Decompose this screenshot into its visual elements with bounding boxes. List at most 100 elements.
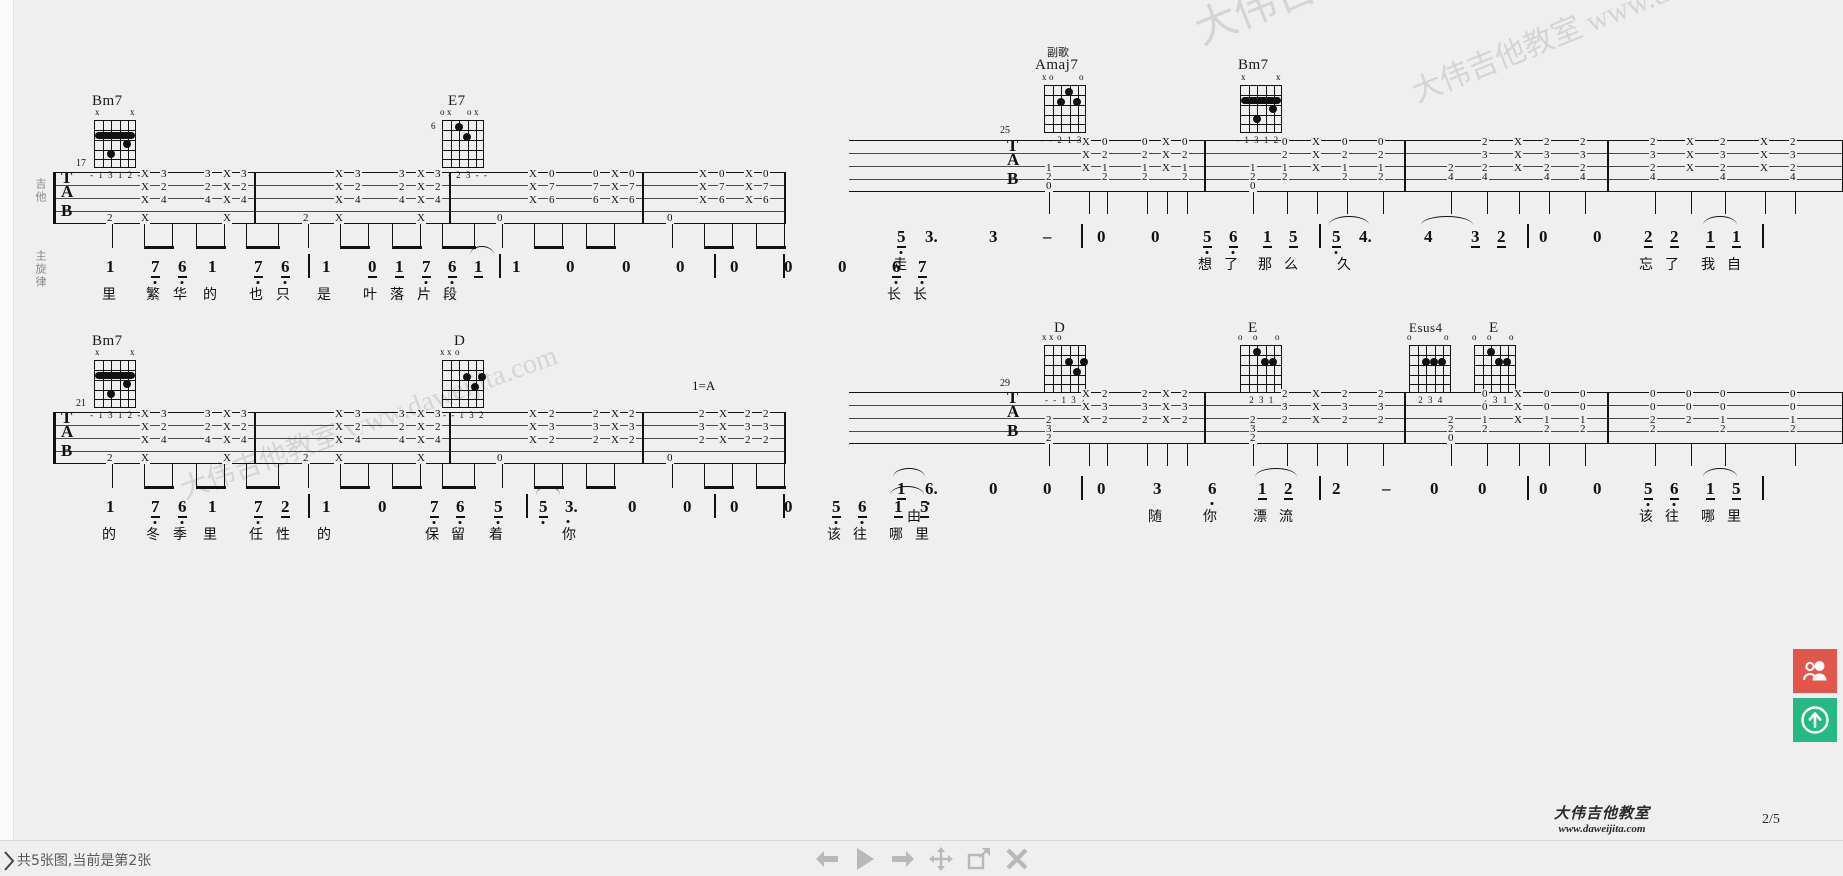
note: 1: [1706, 227, 1715, 248]
note: 5: [539, 498, 548, 524]
lyric: 我: [1701, 257, 1715, 273]
lyric: 长: [913, 287, 927, 303]
lyric: 该: [1639, 509, 1653, 525]
lyric: 里: [203, 527, 217, 543]
lyric: 的: [102, 527, 116, 543]
pan-move-button[interactable]: [926, 845, 956, 873]
note: 0: [628, 497, 637, 516]
note: 0: [989, 479, 998, 498]
chord-dot: [471, 383, 479, 391]
chord-diagram-d: xx o - - 1 3 2: [440, 347, 486, 420]
next-image-button[interactable]: [888, 845, 918, 873]
open-original-button[interactable]: [964, 845, 994, 873]
lyric: 随: [1148, 509, 1162, 525]
note: 5: [1732, 479, 1741, 500]
left-gutter: [0, 0, 14, 876]
chord-diagram-bm7: xx - 1 3 1 2 -: [90, 107, 142, 180]
note: 2: [1284, 479, 1293, 500]
chord-dot: [1253, 348, 1261, 356]
chord-grid: [1044, 345, 1088, 393]
chord-diagram-bm7-2: xx - 1 3 1 2 -: [90, 347, 142, 420]
tab-staff[interactable]: T A B 12 0 XX X 02 12 02 12 XX X 02 12 1…: [849, 137, 1843, 192]
system-4[interactable]: D xx o - - 1 3 2 E o o o 2 3 1 Esus4 o o…: [849, 280, 1843, 580]
system-2[interactable]: Bm7 xx - 1 3 1 2 - D x x o - - 1 3 2 1=A…: [14, 240, 929, 543]
note: 1: [1732, 227, 1741, 248]
note: 2: [1644, 227, 1653, 248]
chord-grid: [442, 360, 486, 408]
chord-dot: [1422, 358, 1430, 366]
note: 0: [1539, 227, 1548, 246]
lyric: 往: [1665, 509, 1679, 525]
prev-image-button[interactable]: [812, 845, 842, 873]
note: 0: [784, 497, 793, 516]
brand-url: www.daweijita.com: [1558, 823, 1646, 835]
lyric: 那: [1258, 257, 1272, 273]
chord-dot: [1080, 358, 1088, 366]
brand-name: 大伟吉他教室: [1553, 806, 1650, 822]
lyric: 留: [451, 527, 465, 543]
note: 2: [1497, 227, 1506, 248]
back-to-top-fab[interactable]: [1793, 698, 1837, 742]
tab-staff[interactable]: T A B 2 XX XX 32 4 32 4 XX XX 32 4 2 XX …: [53, 409, 786, 464]
lyric: 了: [1224, 257, 1238, 273]
note: 5: [1203, 228, 1212, 254]
note: 1: [322, 497, 331, 516]
chord-dot: [107, 390, 115, 398]
chord-dot: [1269, 358, 1277, 366]
note: 5: [897, 228, 906, 254]
note: 2: [281, 497, 290, 518]
note: 4.: [1359, 227, 1372, 246]
lyric: 忘: [1639, 257, 1653, 273]
note: 1: [208, 497, 217, 516]
note: 5: [832, 498, 841, 524]
chord-dot: [1430, 358, 1438, 366]
melody-notation-row: 1 由 6. 0 0 0 3 随 6 你 1 漂 2 流 2 – 0 0 0 0…: [859, 468, 1843, 530]
chord-dot: [463, 373, 471, 381]
chord-diagram-e-2: oo o 2 3 1: [1238, 332, 1282, 405]
note: 3: [1153, 479, 1162, 498]
note: 6: [1229, 228, 1238, 254]
close-viewer-button[interactable]: [1002, 845, 1032, 873]
lyric: 该: [827, 527, 841, 543]
note: 6: [1670, 480, 1679, 506]
note: 3: [989, 227, 998, 246]
note: 0: [1097, 479, 1106, 498]
chord-diagram-e-3: oo o 2 3 1: [1472, 332, 1516, 405]
note: 6: [178, 498, 187, 524]
sheet-music-image[interactable]: 大伟吉他教室 www.daweijita.com 大伟吉他教室 www.dawe…: [14, 0, 1843, 840]
viewer-bottom-bar: 共5张图,当前是第2张: [0, 840, 1843, 876]
lyric: 你: [1203, 509, 1217, 525]
tab-staff[interactable]: T A B 2 XX XX 32 4 32 4 XX XX 32 4 2 XX …: [53, 169, 786, 224]
play-icon: [856, 848, 874, 870]
note: 1: [106, 497, 115, 516]
system-3[interactable]: 副歌 Amaj7 xo o - - 2 1 3 - Bm7 x x - 1 3 …: [849, 0, 1843, 300]
tab-letter-a: A: [1007, 150, 1020, 169]
lyric: 任: [249, 527, 263, 543]
chord-dot: [463, 133, 471, 141]
contacts-fab[interactable]: [1793, 649, 1837, 693]
note: 0: [1539, 479, 1548, 498]
lyric: 想: [1198, 257, 1212, 273]
note: 3: [1471, 227, 1480, 248]
expand-sidebar-chevron[interactable]: [2, 848, 18, 874]
measure-number: 17: [76, 158, 86, 169]
arrow-up-circle-icon: [1801, 706, 1829, 734]
chord-diagram-bm7-3: xx - 1 3 1 2 -: [1236, 72, 1288, 145]
chord-grid: [1409, 345, 1451, 393]
image-count-status: 共5张图,当前是第2张: [17, 853, 152, 869]
chord-dot: [478, 373, 486, 381]
measure-number: 21: [76, 398, 86, 409]
tab-letter-b: B: [1007, 169, 1019, 188]
note: 3.: [565, 498, 578, 523]
note: 1: [1258, 479, 1267, 500]
rhythm-stems: [56, 464, 786, 490]
chord-dot: [1261, 358, 1269, 366]
note: 7: [254, 498, 263, 524]
lyric: 着: [489, 527, 503, 543]
chord-dot: [123, 140, 131, 148]
lyric: 了: [1665, 257, 1679, 273]
people-icon: [1803, 661, 1827, 681]
note: 0: [730, 497, 739, 516]
tab-staff[interactable]: T A B 23 2 XX X 23 2 23 2 XX X 23 2 23 2…: [849, 389, 1843, 444]
play-slideshow-button[interactable]: [850, 845, 880, 873]
